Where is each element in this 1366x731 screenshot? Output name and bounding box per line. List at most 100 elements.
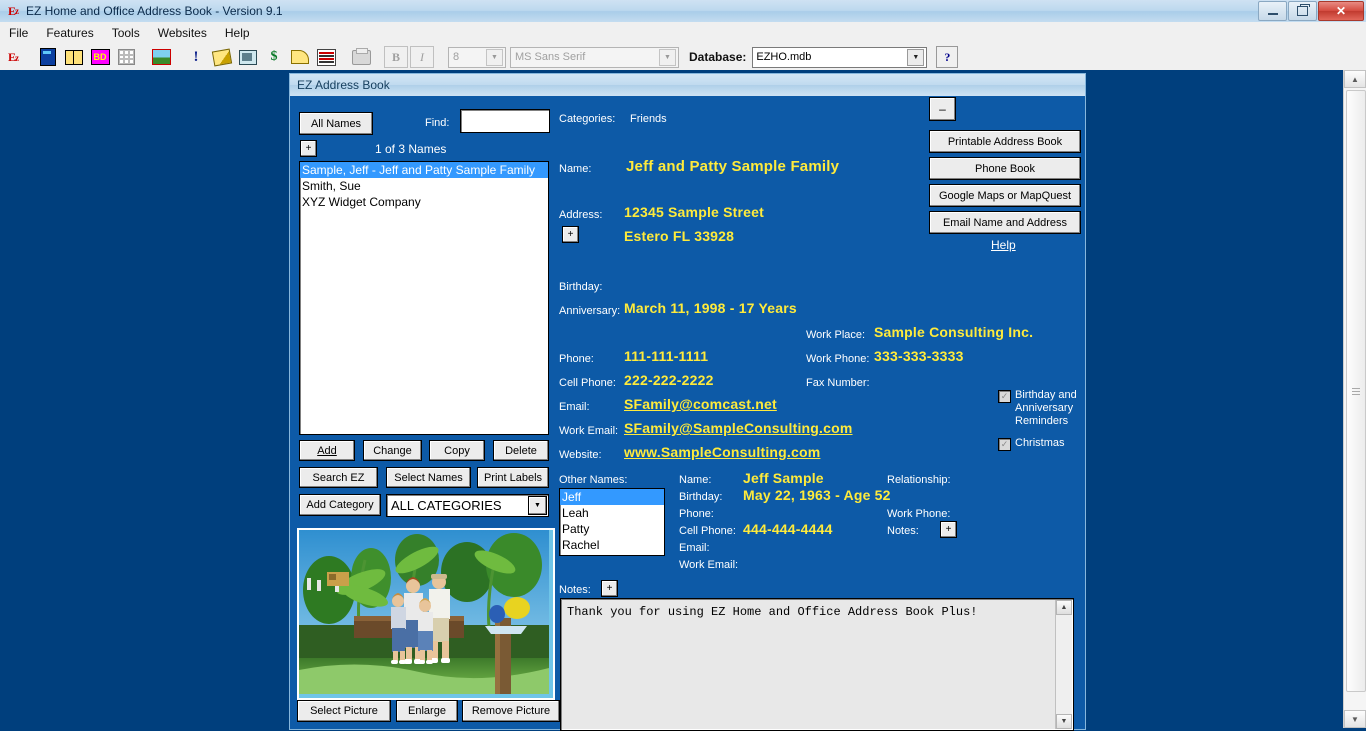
delete-button[interactable]: Delete <box>493 440 549 461</box>
reminder-icon[interactable]: ! <box>184 45 208 69</box>
name-value: Jeff and Patty Sample Family <box>626 158 839 175</box>
menu-websites[interactable]: Websites <box>149 24 216 42</box>
google-maps-button[interactable]: Google Maps or MapQuest <box>929 184 1081 207</box>
print-icon[interactable] <box>349 45 373 69</box>
add-category-button[interactable]: Add Category <box>299 494 381 516</box>
open-book-icon[interactable] <box>62 45 86 69</box>
phone-value: 111-111-1111 <box>624 348 708 364</box>
address-label: Address: <box>559 209 602 221</box>
list-icon[interactable] <box>314 45 338 69</box>
italic-button[interactable]: I <box>410 46 434 68</box>
mdi-window-body: All Names Find: + 1 of 3 Names Sample, J… <box>290 96 1085 729</box>
search-ez-button[interactable]: Search EZ <box>299 467 378 488</box>
list-item[interactable]: Patty <box>560 521 664 537</box>
toolbar: Ez BD ! $ B I 8 ▼ MS Sans Serif ▼ Databa… <box>0 44 1366 72</box>
list-item[interactable]: Leah <box>560 505 664 521</box>
birthday-label: Birthday: <box>559 281 602 293</box>
change-button[interactable]: Change <box>363 440 422 461</box>
address-line2: Estero FL 33928 <box>624 228 734 244</box>
window-titlebar: Ez EZ Home and Office Address Book - Ver… <box>0 0 1366 23</box>
pencil-icon[interactable] <box>210 45 234 69</box>
maximize-button[interactable] <box>1288 1 1317 21</box>
anniversary-value: March 11, 1998 - 17 Years <box>624 300 797 316</box>
chevron-down-icon[interactable]: ▼ <box>659 49 676 66</box>
checkmark-icon: ✓ <box>998 390 1011 403</box>
other-names-listbox[interactable]: Jeff Leah Patty Rachel <box>559 488 665 556</box>
phone-book-button[interactable]: Phone Book <box>929 157 1081 180</box>
christmas-checkbox[interactable]: ✓ Christmas <box>998 437 1080 451</box>
chevron-down-icon[interactable]: ▼ <box>907 49 924 66</box>
window-title: EZ Home and Office Address Book - Versio… <box>26 4 283 18</box>
email-name-address-button[interactable]: Email Name and Address <box>929 211 1081 234</box>
scroll-up-icon[interactable]: ▲ <box>1056 600 1072 615</box>
other-birthday-value: May 22, 1963 - Age 52 <box>743 487 891 503</box>
other-cell-phone-label: Cell Phone: <box>679 525 736 537</box>
email-icon[interactable] <box>236 45 260 69</box>
relationship-label: Relationship: <box>887 474 951 486</box>
help-button[interactable]: ? <box>936 46 958 68</box>
work-phone-value: 333-333-3333 <box>874 348 964 364</box>
menu-tools[interactable]: Tools <box>103 24 149 42</box>
chevron-down-icon[interactable]: ▼ <box>528 496 547 515</box>
notes-textarea[interactable]: Thank you for using EZ Home and Office A… <box>560 598 1074 731</box>
phone-label: Phone: <box>559 353 594 365</box>
page-scroll-down-icon[interactable]: ▼ <box>1344 710 1366 728</box>
scroll-down-icon[interactable]: ▼ <box>1056 714 1072 729</box>
expand-other-notes-button[interactable]: + <box>940 521 957 538</box>
menu-help[interactable]: Help <box>216 24 259 42</box>
anniversary-label: Anniversary: <box>559 305 620 317</box>
expand-address-button[interactable]: + <box>562 226 579 243</box>
workplace-label: Work Place: <box>806 329 865 341</box>
work-phone-label: Work Phone: <box>806 353 869 365</box>
cheese-icon[interactable] <box>288 45 312 69</box>
select-picture-button[interactable]: Select Picture <box>297 700 391 722</box>
notes-scrollbar[interactable]: ▲ ▼ <box>1055 600 1072 729</box>
grid-icon[interactable] <box>114 45 138 69</box>
list-item[interactable]: Smith, Sue <box>300 178 548 194</box>
help-link[interactable]: Help <box>991 238 1016 252</box>
bold-button[interactable]: B <box>384 46 408 68</box>
find-input[interactable] <box>460 109 550 133</box>
contact-photo[interactable] <box>297 528 555 700</box>
category-combo[interactable]: ALL CATEGORIES ▼ <box>386 494 549 517</box>
address-book-icon[interactable] <box>36 45 60 69</box>
expand-notes-button[interactable]: + <box>601 580 618 597</box>
printable-address-book-button[interactable]: Printable Address Book <box>929 130 1081 153</box>
list-item[interactable]: XYZ Widget Company <box>300 194 548 210</box>
ez-logo-icon[interactable]: Ez <box>1 45 25 69</box>
find-label: Find: <box>425 117 449 129</box>
page-scroll-up-icon[interactable]: ▲ <box>1344 70 1366 88</box>
enlarge-button[interactable]: Enlarge <box>396 700 458 722</box>
font-size-combo[interactable]: 8 ▼ <box>448 47 506 68</box>
menu-features[interactable]: Features <box>37 24 102 42</box>
picture-icon[interactable] <box>149 45 173 69</box>
names-listbox[interactable]: Sample, Jeff - Jeff and Patty Sample Fam… <box>299 161 549 435</box>
page-scroll-thumb[interactable] <box>1346 90 1366 692</box>
all-names-button[interactable]: All Names <box>299 112 373 135</box>
work-email-label: Work Email: <box>559 425 618 437</box>
categories-value: Friends <box>630 113 667 125</box>
minimize-panel-button[interactable]: – <box>929 97 956 121</box>
email-value[interactable]: SFamily@comcast.net <box>624 396 777 412</box>
birthday-icon[interactable]: BD <box>88 45 112 69</box>
money-icon[interactable]: $ <box>262 45 286 69</box>
website-value[interactable]: www.SampleConsulting.com <box>624 444 820 460</box>
page-scrollbar[interactable]: ▲ ▼ <box>1343 70 1366 728</box>
close-button[interactable]: ✕ <box>1318 1 1364 21</box>
print-labels-button[interactable]: Print Labels <box>477 467 549 488</box>
chevron-down-icon[interactable]: ▼ <box>486 49 503 66</box>
work-email-value[interactable]: SFamily@SampleConsulting.com <box>624 420 853 436</box>
list-item[interactable]: Jeff <box>560 489 664 505</box>
add-button[interactable]: Add <box>299 440 355 461</box>
select-names-button[interactable]: Select Names <box>386 467 471 488</box>
minimize-button[interactable] <box>1258 1 1287 21</box>
list-item[interactable]: Rachel <box>560 537 664 553</box>
font-name-combo[interactable]: MS Sans Serif ▼ <box>510 47 679 68</box>
copy-button[interactable]: Copy <box>429 440 485 461</box>
remove-picture-button[interactable]: Remove Picture <box>462 700 560 722</box>
birthday-reminders-checkbox[interactable]: ✓ Birthday and Anniversary Reminders <box>998 389 1080 428</box>
database-combo[interactable]: EZHO.mdb ▼ <box>752 47 927 68</box>
menu-file[interactable]: File <box>0 24 37 42</box>
expand-names-button[interactable]: + <box>300 140 317 157</box>
list-item[interactable]: Sample, Jeff - Jeff and Patty Sample Fam… <box>300 162 548 178</box>
